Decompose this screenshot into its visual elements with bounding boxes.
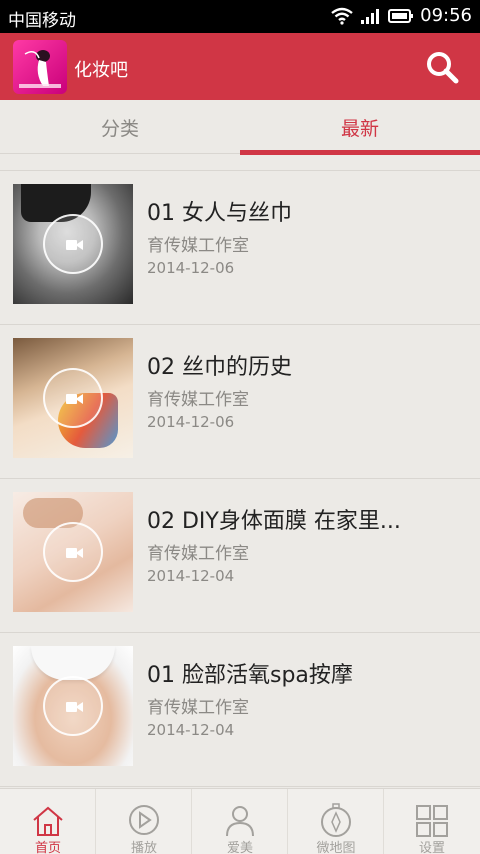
- app-logo: [13, 40, 67, 94]
- clock: 09:56: [420, 5, 472, 26]
- video-list: 01 女人与丝巾 育传媒工作室 2014-12-06 02 丝巾的历史 育传媒工…: [0, 170, 480, 787]
- list-item[interactable]: 01 女人与丝巾 育传媒工作室 2014-12-06: [0, 171, 480, 325]
- video-thumbnail: [13, 184, 133, 304]
- video-thumbnail: [13, 492, 133, 612]
- video-camera-icon: [66, 548, 83, 558]
- nav-label: 首页: [34, 841, 61, 854]
- tab-category[interactable]: 分类: [0, 100, 240, 154]
- video-author: 育传媒工作室: [147, 544, 249, 564]
- video-title: 01 脸部活氧spa按摩: [147, 663, 353, 688]
- app-header: 化妆吧: [0, 33, 480, 100]
- video-camera-icon: [66, 240, 83, 250]
- tab-bar: 分类 最新: [0, 100, 480, 155]
- status-icons: 09:56: [330, 5, 472, 26]
- wifi-icon: [331, 7, 353, 25]
- video-play-ring: [43, 368, 103, 428]
- nav-settings[interactable]: 设置: [384, 789, 480, 854]
- video-play-ring: [43, 522, 103, 582]
- person-icon: [226, 806, 254, 837]
- app-title: 化妆吧: [74, 60, 128, 81]
- nav-map[interactable]: 微地图: [288, 789, 384, 854]
- play-icon: [129, 805, 159, 835]
- video-camera-icon: [66, 702, 83, 712]
- tab-latest[interactable]: 最新: [240, 100, 480, 155]
- video-thumbnail: [13, 646, 133, 766]
- video-camera-icon: [66, 394, 83, 404]
- video-date: 2014-12-06: [147, 259, 235, 277]
- video-title: 01 女人与丝巾: [147, 201, 292, 226]
- list-item[interactable]: 01 脸部活氧spa按摩 育传媒工作室 2014-12-04: [0, 633, 480, 787]
- video-title: 02 丝巾的历史: [147, 355, 292, 380]
- video-date: 2014-12-06: [147, 413, 235, 431]
- video-author: 育传媒工作室: [147, 236, 249, 256]
- carrier-name: 中国移动: [8, 11, 76, 31]
- search-icon[interactable]: [424, 49, 460, 85]
- video-author: 育传媒工作室: [147, 390, 249, 410]
- battery-icon: [388, 8, 414, 23]
- signal-icon: [361, 8, 380, 24]
- video-date: 2014-12-04: [147, 567, 235, 585]
- nav-home[interactable]: 首页: [0, 789, 96, 854]
- video-play-ring: [43, 676, 103, 736]
- list-item[interactable]: 02 DIY身体面膜 在家里... 育传媒工作室 2014-12-04: [0, 479, 480, 633]
- nav-label: 微地图: [316, 841, 356, 854]
- bottom-nav: 首页 播放 爱美 微地图 设置: [0, 788, 480, 854]
- nav-label: 设置: [418, 841, 445, 854]
- video-thumbnail: [13, 338, 133, 458]
- list-item[interactable]: 02 丝巾的历史 育传媒工作室 2014-12-06: [0, 325, 480, 479]
- grid-icon: [416, 805, 448, 837]
- video-date: 2014-12-04: [147, 721, 235, 739]
- video-author: 育传媒工作室: [147, 698, 249, 718]
- home-icon: [33, 806, 63, 836]
- nav-label: 爱美: [226, 841, 253, 854]
- nav-play[interactable]: 播放: [96, 789, 192, 854]
- compass-icon: [321, 803, 351, 837]
- nav-label: 播放: [130, 841, 157, 854]
- nav-beauty[interactable]: 爱美: [192, 789, 288, 854]
- video-play-ring: [43, 214, 103, 274]
- video-title: 02 DIY身体面膜 在家里...: [147, 509, 401, 534]
- status-bar: 中国移动 09:56: [0, 0, 480, 33]
- logo-figure-icon: [19, 50, 61, 88]
